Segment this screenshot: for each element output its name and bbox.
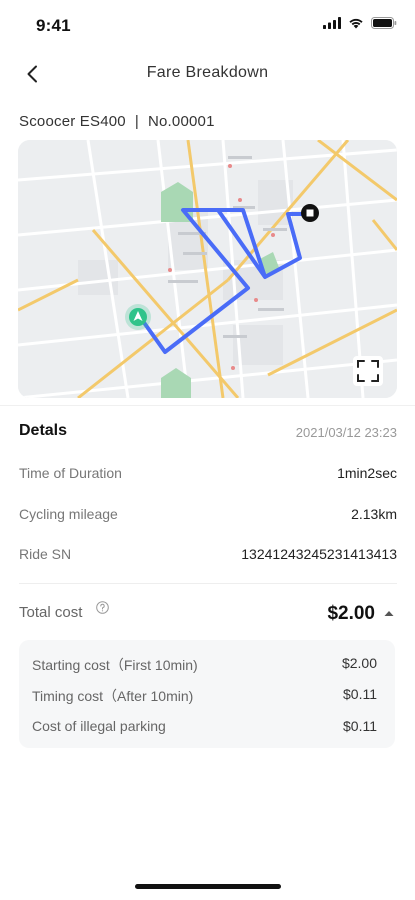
cost-row-starting: Starting cost（First 10min) $2.00 [32, 655, 377, 675]
total-cost-label: Total cost [19, 604, 83, 621]
home-indicator[interactable] [135, 884, 281, 889]
separator: | [134, 113, 139, 130]
detail-value: 1min2sec [337, 465, 397, 481]
detail-row-duration: Time of Duration 1min2sec [19, 465, 397, 487]
nav-bar: Fare Breakdown [0, 50, 415, 98]
ride-datetime: 2021/03/12 23:23 [295, 425, 397, 440]
cost-label: Starting cost（First 10min) [32, 657, 198, 673]
cost-value: $0.11 [343, 686, 377, 702]
details-title: Detals [19, 422, 68, 439]
vehicle-model: Scoocer ES400 [19, 113, 126, 130]
map-expand-button[interactable] [353, 356, 383, 386]
total-cost-amount: $2.00 [327, 603, 375, 624]
cost-breakdown-panel: Starting cost（First 10min) $2.00 Timing … [19, 640, 395, 748]
cost-label: Cost of illegal parking [32, 718, 166, 734]
caret-up-icon[interactable] [383, 608, 395, 618]
vehicle-info: Scoocer ES400 | No.00001 [19, 113, 215, 130]
divider [19, 583, 397, 584]
cellular-signal-icon [323, 17, 341, 29]
battery-icon [371, 17, 397, 29]
map-canvas [18, 140, 397, 398]
detail-row-mileage: Cycling mileage 2.13km [19, 506, 397, 528]
page-title: Fare Breakdown [146, 64, 269, 81]
cost-label: Timing cost（After 10min) [32, 688, 194, 704]
status-bar: 9:41 [0, 0, 415, 50]
status-icons [323, 17, 397, 29]
question-circle-icon[interactable] [96, 601, 109, 614]
details-header: Detals 2021/03/12 23:23 [19, 422, 397, 444]
cost-value: $0.11 [343, 718, 377, 734]
detail-row-ride-sn: Ride SN 13241243245231413413 [19, 546, 397, 568]
detail-value: 2.13km [351, 506, 397, 522]
total-cost-row[interactable]: Total cost $2.00 [19, 600, 397, 630]
cost-row-illegal-parking: Cost of illegal parking $0.11 [32, 718, 377, 738]
wifi-icon [349, 18, 363, 29]
cost-value: $2.00 [341, 655, 377, 671]
detail-label: Time of Duration [19, 465, 122, 481]
cost-row-timing: Timing cost（After 10min) $0.11 [32, 686, 377, 706]
status-time: 9:41 [36, 16, 71, 35]
fullscreen-expand-icon [353, 356, 383, 386]
route-map[interactable] [18, 140, 397, 398]
section-divider [0, 405, 415, 406]
detail-value: 13241243245231413413 [241, 546, 397, 562]
detail-label: Cycling mileage [19, 506, 118, 522]
detail-label: Ride SN [19, 546, 72, 562]
vehicle-number: No.00001 [147, 113, 215, 130]
